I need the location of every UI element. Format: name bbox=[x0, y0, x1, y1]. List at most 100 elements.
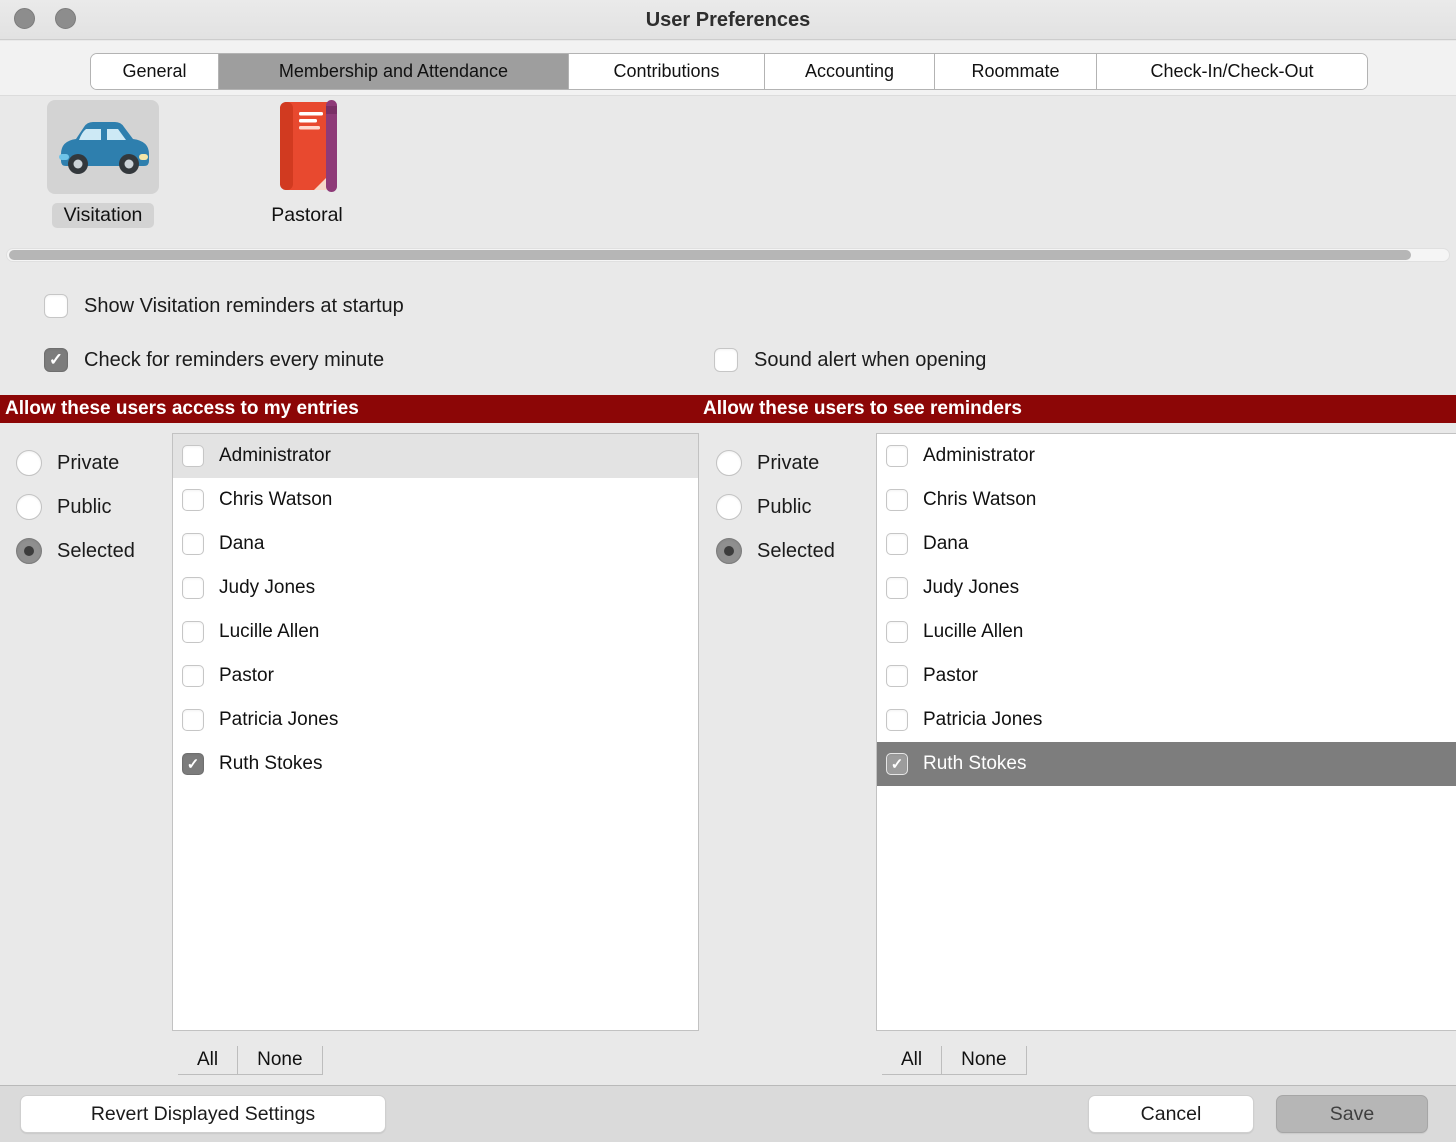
access-user-list[interactable]: Administrator Chris Watson Dana Judy Jones L… bbox=[172, 433, 699, 1031]
pastoral-label: Pastoral bbox=[259, 203, 355, 228]
user-row-chris-watson[interactable]: Chris Watson bbox=[877, 478, 1456, 522]
reminders-list-actions: All None bbox=[882, 1046, 1027, 1075]
reminders-private-label: Private bbox=[757, 452, 819, 475]
reminders-public-radio[interactable] bbox=[716, 494, 742, 520]
user-name-label: Administrator bbox=[923, 445, 1035, 467]
access-private-radio[interactable] bbox=[16, 450, 42, 476]
journal-icon bbox=[251, 100, 363, 194]
user-checkbox[interactable] bbox=[182, 445, 204, 467]
access-public-radio[interactable] bbox=[16, 494, 42, 520]
access-selected-row: Selected bbox=[16, 537, 135, 565]
user-name-label: Judy Jones bbox=[219, 577, 315, 599]
user-name-label: Chris Watson bbox=[923, 489, 1036, 511]
user-checkbox[interactable] bbox=[886, 709, 908, 731]
visitation-label: Visitation bbox=[52, 203, 155, 228]
visitation-tile[interactable]: Visitation bbox=[40, 100, 166, 228]
access-public-label: Public bbox=[57, 496, 111, 519]
sound-alert-checkbox[interactable] bbox=[714, 348, 738, 372]
user-row-judy-jones[interactable]: Judy Jones bbox=[173, 566, 698, 610]
user-checkbox[interactable] bbox=[886, 621, 908, 643]
user-checkbox[interactable] bbox=[182, 533, 204, 555]
user-checkbox[interactable] bbox=[886, 665, 908, 687]
access-list-actions: All None bbox=[178, 1046, 323, 1075]
access-private-label: Private bbox=[57, 452, 119, 475]
user-row-administrator[interactable]: Administrator bbox=[173, 434, 698, 478]
user-row-pastor[interactable]: Pastor bbox=[173, 654, 698, 698]
tab-contributions[interactable]: Contributions bbox=[569, 54, 765, 89]
user-checkbox[interactable] bbox=[182, 577, 204, 599]
reminders-public-label: Public bbox=[757, 496, 811, 519]
user-row-patricia-jones[interactable]: Patricia Jones bbox=[877, 698, 1456, 742]
user-row-ruth-stokes[interactable]: Ruth Stokes bbox=[173, 742, 698, 786]
user-checkbox[interactable] bbox=[886, 577, 908, 599]
reminders-private-row: Private bbox=[716, 449, 819, 477]
close-button[interactable] bbox=[14, 8, 35, 29]
tab-bar: General Membership and Attendance Contri… bbox=[90, 53, 1368, 90]
sound-alert-label: Sound alert when opening bbox=[754, 349, 986, 372]
user-name-label: Patricia Jones bbox=[923, 709, 1042, 731]
horizontal-scrollbar-track[interactable] bbox=[6, 248, 1450, 262]
tab-accounting[interactable]: Accounting bbox=[765, 54, 935, 89]
user-checkbox[interactable] bbox=[886, 489, 908, 511]
tab-general[interactable]: General bbox=[91, 54, 219, 89]
user-name-label: Patricia Jones bbox=[219, 709, 338, 731]
user-name-label: Administrator bbox=[219, 445, 331, 467]
user-checkbox[interactable] bbox=[886, 753, 908, 775]
access-none-button[interactable]: None bbox=[238, 1046, 322, 1074]
reminders-user-list[interactable]: Administrator Chris Watson DanaJudy Jones L… bbox=[876, 433, 1456, 1031]
user-name-label: Lucille Allen bbox=[923, 621, 1023, 643]
show-reminders-option: Show Visitation reminders at startup bbox=[44, 292, 404, 320]
title-bar: User Preferences bbox=[0, 0, 1456, 40]
access-selected-label: Selected bbox=[57, 540, 135, 563]
section-header-bar: Allow these users access to my entries A… bbox=[0, 395, 1456, 423]
user-checkbox[interactable] bbox=[182, 621, 204, 643]
reminders-section-header: Allow these users to see reminders bbox=[703, 395, 1022, 423]
user-row-chris-watson[interactable]: Chris Watson bbox=[173, 478, 698, 522]
user-row-patricia-jones[interactable]: Patricia Jones bbox=[173, 698, 698, 742]
user-row-judy-jones[interactable]: Judy Jones bbox=[877, 566, 1456, 610]
user-row-dana[interactable]: Dana bbox=[877, 522, 1456, 566]
show-reminders-checkbox[interactable] bbox=[44, 294, 68, 318]
reminders-selected-row: Selected bbox=[716, 537, 835, 565]
user-row-pastor[interactable]: Pastor bbox=[877, 654, 1456, 698]
reminders-all-button[interactable]: All bbox=[882, 1046, 942, 1074]
user-checkbox[interactable] bbox=[182, 665, 204, 687]
user-name-label: Pastor bbox=[923, 665, 978, 687]
access-selected-radio[interactable] bbox=[16, 538, 42, 564]
pastoral-tile[interactable]: Pastoral bbox=[244, 100, 370, 228]
reminders-private-radio[interactable] bbox=[716, 450, 742, 476]
tab-membership-and-attendance[interactable]: Membership and Attendance bbox=[219, 54, 569, 89]
access-section-header: Allow these users access to my entries bbox=[5, 395, 359, 423]
cancel-button[interactable]: Cancel bbox=[1088, 1095, 1254, 1133]
user-checkbox[interactable] bbox=[886, 445, 908, 467]
revert-displayed-settings-button[interactable]: Revert Displayed Settings bbox=[20, 1095, 386, 1133]
footer-bar: Revert Displayed Settings Cancel Save bbox=[0, 1085, 1456, 1142]
reminders-none-button[interactable]: None bbox=[942, 1046, 1026, 1074]
show-reminders-label: Show Visitation reminders at startup bbox=[84, 295, 404, 318]
horizontal-scrollbar-thumb[interactable] bbox=[9, 250, 1411, 260]
user-checkbox[interactable] bbox=[886, 533, 908, 555]
check-every-minute-label: Check for reminders every minute bbox=[84, 349, 384, 372]
check-every-minute-checkbox[interactable] bbox=[44, 348, 68, 372]
user-checkbox[interactable] bbox=[182, 709, 204, 731]
check-every-minute-option: Check for reminders every minute bbox=[44, 346, 384, 374]
user-checkbox[interactable] bbox=[182, 489, 204, 511]
user-row-administrator[interactable]: Administrator bbox=[877, 434, 1456, 478]
user-checkbox[interactable] bbox=[182, 753, 204, 775]
tab-check-in-check-out[interactable]: Check-In/Check-Out bbox=[1097, 54, 1367, 89]
tab-roommate[interactable]: Roommate bbox=[935, 54, 1097, 89]
user-row-dana[interactable]: Dana bbox=[173, 522, 698, 566]
tab-strip: General Membership and Attendance Contri… bbox=[0, 41, 1456, 96]
user-name-label: Pastor bbox=[219, 665, 274, 687]
user-name-label: Chris Watson bbox=[219, 489, 332, 511]
window-title: User Preferences bbox=[0, 0, 1456, 40]
user-row-ruth-stokes[interactable]: Ruth Stokes bbox=[877, 742, 1456, 786]
user-name-label: Ruth Stokes bbox=[219, 753, 323, 775]
save-button[interactable]: Save bbox=[1276, 1095, 1428, 1133]
user-row-lucille-allen[interactable]: Lucille Allen bbox=[173, 610, 698, 654]
user-row-lucille-allen[interactable]: Lucille Allen bbox=[877, 610, 1456, 654]
access-all-button[interactable]: All bbox=[178, 1046, 238, 1074]
reminders-public-row: Public bbox=[716, 493, 811, 521]
minimize-button[interactable] bbox=[55, 8, 76, 29]
reminders-selected-radio[interactable] bbox=[716, 538, 742, 564]
